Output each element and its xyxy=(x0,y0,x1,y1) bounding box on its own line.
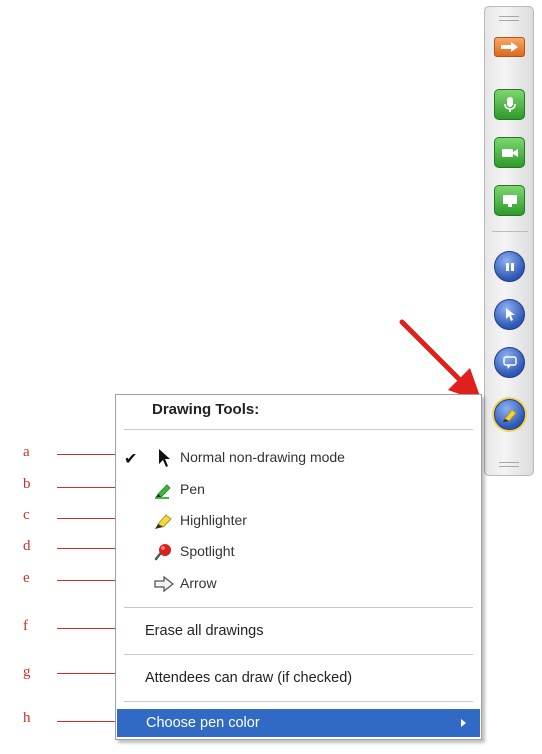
chat-button[interactable] xyxy=(494,347,525,378)
menu-item-label: Normal non-drawing mode xyxy=(180,449,345,465)
menu-item-label: Highlighter xyxy=(180,512,247,528)
callout-letter-d: d xyxy=(23,538,31,554)
arrow-right-icon xyxy=(500,42,518,52)
drawing-tools-menu: Drawing Tools: ✔ Normal non-drawing mode… xyxy=(115,394,482,740)
spotlight-icon xyxy=(154,544,171,561)
checkmark-icon: ✔ xyxy=(124,451,138,468)
menu-item-label: Pen xyxy=(180,481,205,497)
menu-item-label: Erase all drawings xyxy=(145,623,264,639)
callout-letter-f: f xyxy=(23,618,28,634)
menu-item-normal-mode[interactable]: ✔ Normal non-drawing mode xyxy=(116,443,481,471)
menu-item-spotlight[interactable]: Spotlight xyxy=(116,537,481,565)
microphone-icon xyxy=(503,96,516,112)
callout-letter-a: a xyxy=(23,444,30,460)
arrow-icon xyxy=(154,575,174,593)
menu-separator xyxy=(124,607,473,608)
toolbar-grip-top[interactable] xyxy=(499,15,519,22)
callout-letter-b: b xyxy=(23,476,31,492)
pause-icon xyxy=(505,262,514,271)
highlighter-icon xyxy=(155,514,172,529)
camera-icon xyxy=(501,148,518,157)
vertical-toolbar xyxy=(484,6,534,476)
menu-item-label: Arrow xyxy=(180,575,217,591)
pen-icon xyxy=(155,484,171,499)
microphone-button[interactable] xyxy=(494,89,525,120)
monitor-icon xyxy=(502,194,517,207)
menu-item-label: Attendees can draw (if checked) xyxy=(145,670,353,686)
menu-title: Drawing Tools: xyxy=(152,401,260,418)
cursor-icon xyxy=(159,449,170,467)
toolbar-divider xyxy=(492,231,528,232)
collapse-button[interactable] xyxy=(494,37,525,57)
callout-letter-h: h xyxy=(23,710,31,726)
callout-letter-c: c xyxy=(23,507,30,523)
callout-letter-g: g xyxy=(23,664,31,680)
menu-separator xyxy=(124,701,473,702)
callout-letter-e: e xyxy=(23,570,30,586)
attendees-can-draw-item[interactable]: Attendees can draw (if checked) xyxy=(116,664,481,692)
cursor-icon xyxy=(505,307,515,321)
pause-button[interactable] xyxy=(494,251,525,282)
menu-item-arrow[interactable]: Arrow xyxy=(116,569,481,597)
menu-item-label: Choose pen color xyxy=(146,715,260,731)
share-screen-button[interactable] xyxy=(494,185,525,216)
webcam-button[interactable] xyxy=(494,137,525,168)
drawing-tools-button[interactable] xyxy=(494,399,525,430)
menu-separator xyxy=(124,429,473,430)
menu-item-label: Spotlight xyxy=(180,543,235,559)
menu-separator xyxy=(124,654,473,655)
menu-item-highlighter[interactable]: Highlighter xyxy=(116,506,481,534)
highlighter-icon xyxy=(502,408,517,422)
menu-item-pen[interactable]: Pen xyxy=(116,475,481,503)
toolbar-grip-bottom[interactable] xyxy=(499,461,519,468)
choose-pen-color-item[interactable]: Choose pen color xyxy=(117,709,480,737)
speech-bubble-icon xyxy=(502,355,517,369)
pointer-button[interactable] xyxy=(494,299,525,330)
submenu-arrow-icon xyxy=(461,719,466,727)
erase-all-drawings-item[interactable]: Erase all drawings xyxy=(116,617,481,645)
